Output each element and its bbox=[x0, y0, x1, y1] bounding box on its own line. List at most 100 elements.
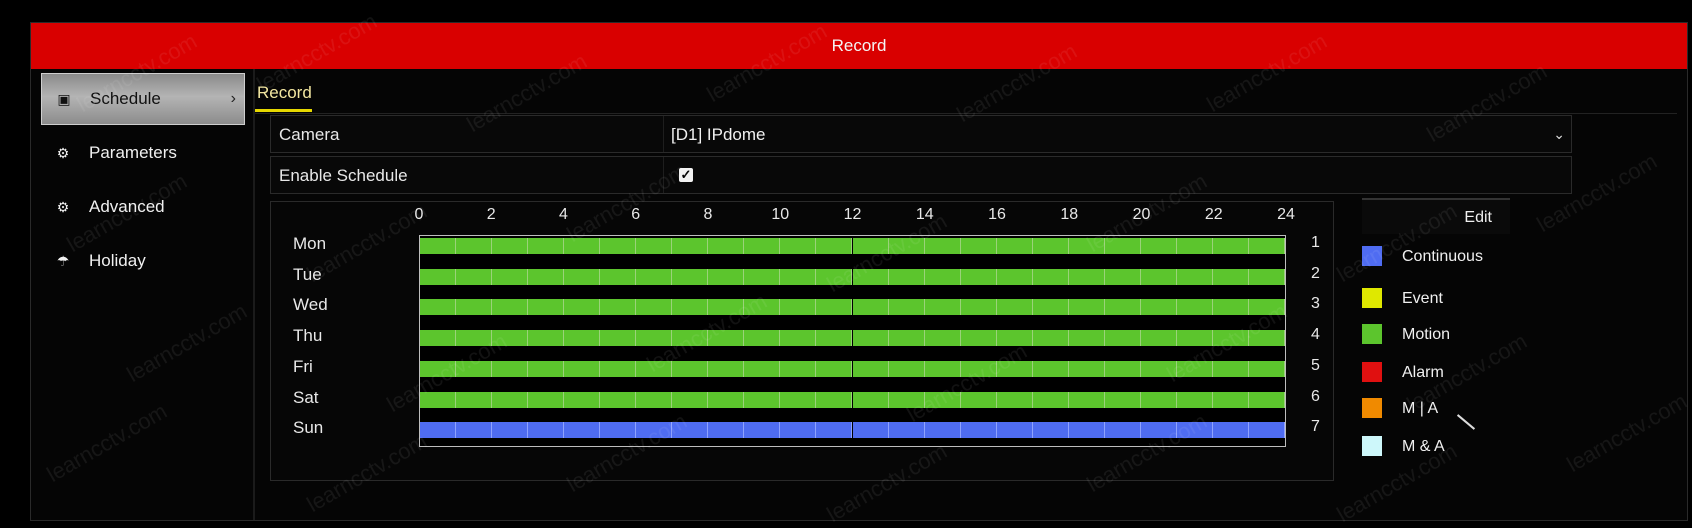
schedule-cell[interactable] bbox=[492, 360, 529, 377]
schedule-cell[interactable] bbox=[1140, 391, 1177, 408]
schedule-cell[interactable] bbox=[888, 360, 925, 377]
schedule-cell[interactable] bbox=[456, 360, 493, 377]
schedule-cell[interactable] bbox=[780, 422, 817, 439]
schedule-cell[interactable] bbox=[1248, 268, 1285, 285]
schedule-cell[interactable] bbox=[708, 268, 745, 285]
schedule-cell[interactable] bbox=[420, 238, 457, 254]
schedule-cell[interactable] bbox=[1104, 422, 1141, 439]
schedule-cell[interactable] bbox=[636, 422, 673, 439]
schedule-cell[interactable] bbox=[780, 268, 817, 285]
schedule-cell[interactable] bbox=[996, 299, 1033, 316]
schedule-cell[interactable] bbox=[1176, 268, 1213, 285]
enable-schedule-checkbox[interactable]: ✓ bbox=[679, 168, 693, 182]
schedule-cell[interactable] bbox=[672, 391, 709, 408]
schedule-cell[interactable] bbox=[708, 330, 745, 347]
schedule-cell[interactable] bbox=[1068, 391, 1105, 408]
schedule-cell[interactable] bbox=[744, 391, 781, 408]
schedule-cell[interactable] bbox=[600, 360, 637, 377]
schedule-cell[interactable] bbox=[492, 391, 529, 408]
schedule-cell[interactable] bbox=[1104, 268, 1141, 285]
schedule-cell[interactable] bbox=[1068, 330, 1105, 347]
schedule-cell[interactable] bbox=[996, 391, 1033, 408]
schedule-cell[interactable] bbox=[1248, 299, 1285, 316]
schedule-cell[interactable] bbox=[1068, 422, 1105, 439]
schedule-cell[interactable] bbox=[1176, 422, 1213, 439]
schedule-cell[interactable] bbox=[420, 299, 457, 316]
schedule-cell[interactable] bbox=[564, 360, 601, 377]
schedule-cell[interactable] bbox=[600, 422, 637, 439]
legend-swatch[interactable] bbox=[1362, 288, 1382, 308]
legend-item[interactable]: Continuous bbox=[1362, 246, 1522, 268]
schedule-cell[interactable] bbox=[420, 360, 457, 377]
schedule-cell[interactable] bbox=[1140, 238, 1177, 254]
schedule-cell[interactable] bbox=[816, 238, 853, 254]
schedule-cell[interactable] bbox=[816, 391, 853, 408]
schedule-cell[interactable] bbox=[528, 360, 565, 377]
camera-select[interactable]: [D1] IPdome bbox=[671, 116, 766, 154]
schedule-cell[interactable] bbox=[960, 360, 997, 377]
schedule-cell[interactable] bbox=[1212, 238, 1249, 254]
schedule-cell[interactable] bbox=[1032, 360, 1069, 377]
schedule-cell[interactable] bbox=[816, 330, 853, 347]
schedule-cell[interactable] bbox=[888, 330, 925, 347]
schedule-cell[interactable] bbox=[492, 268, 529, 285]
sidebar-item-schedule[interactable]: ▣ Schedule › bbox=[41, 73, 245, 125]
schedule-cell[interactable] bbox=[1032, 268, 1069, 285]
schedule-row-fri[interactable] bbox=[420, 360, 1285, 377]
legend-item[interactable]: Alarm bbox=[1362, 362, 1522, 384]
schedule-cell[interactable] bbox=[1140, 422, 1177, 439]
chevron-down-icon[interactable]: ⌄ bbox=[1553, 116, 1565, 152]
schedule-cell[interactable] bbox=[492, 422, 529, 439]
schedule-cell[interactable] bbox=[1140, 360, 1177, 377]
schedule-cell[interactable] bbox=[672, 299, 709, 316]
schedule-cell[interactable] bbox=[1140, 299, 1177, 316]
schedule-cell[interactable] bbox=[924, 238, 961, 254]
schedule-cell[interactable] bbox=[708, 299, 745, 316]
schedule-cell[interactable] bbox=[528, 268, 565, 285]
schedule-cell[interactable] bbox=[780, 330, 817, 347]
tab-record[interactable]: Record bbox=[255, 83, 312, 112]
schedule-cell[interactable] bbox=[1212, 422, 1249, 439]
schedule-cell[interactable] bbox=[1248, 422, 1285, 439]
schedule-cell[interactable] bbox=[1212, 391, 1249, 408]
schedule-cell[interactable] bbox=[564, 391, 601, 408]
schedule-cell[interactable] bbox=[600, 299, 637, 316]
schedule-cell[interactable] bbox=[996, 268, 1033, 285]
schedule-cell[interactable] bbox=[1104, 238, 1141, 254]
schedule-cell[interactable] bbox=[636, 268, 673, 285]
schedule-cell[interactable] bbox=[492, 238, 529, 254]
schedule-cell[interactable] bbox=[888, 299, 925, 316]
schedule-cell[interactable] bbox=[564, 330, 601, 347]
schedule-cell[interactable] bbox=[528, 330, 565, 347]
schedule-cell[interactable] bbox=[852, 391, 889, 408]
schedule-cell[interactable] bbox=[744, 422, 781, 439]
legend-swatch[interactable] bbox=[1362, 398, 1382, 418]
schedule-cell[interactable] bbox=[672, 330, 709, 347]
schedule-cell[interactable] bbox=[744, 299, 781, 316]
schedule-cell[interactable] bbox=[780, 360, 817, 377]
schedule-cell[interactable] bbox=[420, 422, 457, 439]
schedule-cell[interactable] bbox=[1176, 299, 1213, 316]
schedule-row-mon[interactable] bbox=[420, 238, 1285, 254]
schedule-cell[interactable] bbox=[744, 330, 781, 347]
schedule-row-wed[interactable] bbox=[420, 299, 1285, 316]
schedule-cell[interactable] bbox=[960, 422, 997, 439]
schedule-cell[interactable] bbox=[852, 422, 889, 439]
schedule-cell[interactable] bbox=[1212, 299, 1249, 316]
schedule-cell[interactable] bbox=[1068, 268, 1105, 285]
schedule-cell[interactable] bbox=[924, 422, 961, 439]
schedule-cell[interactable] bbox=[636, 330, 673, 347]
schedule-cell[interactable] bbox=[600, 391, 637, 408]
schedule-cell[interactable] bbox=[1212, 360, 1249, 377]
schedule-cell[interactable] bbox=[600, 330, 637, 347]
schedule-cell[interactable] bbox=[1248, 391, 1285, 408]
schedule-cell[interactable] bbox=[1032, 391, 1069, 408]
schedule-row-tue[interactable] bbox=[420, 268, 1285, 285]
schedule-cell[interactable] bbox=[924, 360, 961, 377]
schedule-cell[interactable] bbox=[1032, 422, 1069, 439]
legend-swatch[interactable] bbox=[1362, 362, 1382, 382]
schedule-cell[interactable] bbox=[960, 299, 997, 316]
schedule-cell[interactable] bbox=[1104, 299, 1141, 316]
schedule-cell[interactable] bbox=[924, 299, 961, 316]
schedule-cell[interactable] bbox=[456, 330, 493, 347]
